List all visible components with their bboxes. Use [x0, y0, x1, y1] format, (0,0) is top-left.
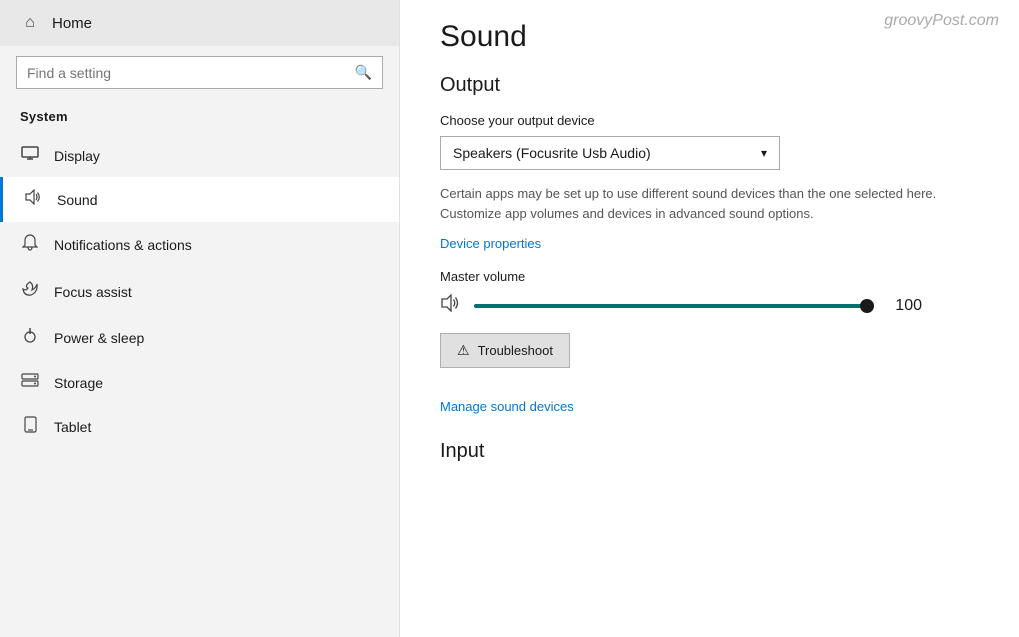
focus-label: Focus assist — [54, 284, 132, 300]
focus-icon — [20, 280, 40, 303]
search-container: 🔍 — [0, 46, 399, 103]
storage-icon — [20, 373, 40, 392]
sidebar-item-tablet[interactable]: Tablet — [0, 404, 399, 450]
search-icon: 🔍 — [355, 64, 372, 81]
power-label: Power & sleep — [54, 330, 144, 346]
output-heading: Output — [440, 74, 979, 97]
volume-row: 100 — [440, 294, 979, 317]
sidebar-item-home[interactable]: ⌂ Home — [0, 0, 399, 46]
troubleshoot-label: Troubleshoot — [478, 343, 553, 358]
output-description: Certain apps may be set up to use differ… — [440, 184, 979, 223]
main-wrapper: groovyPost.com Sound Output Choose your … — [400, 0, 1019, 637]
troubleshoot-button[interactable]: ⚠ Troubleshoot — [440, 333, 570, 368]
manage-sound-devices-link[interactable]: Manage sound devices — [440, 399, 574, 414]
sidebar-item-display[interactable]: Display — [0, 134, 399, 177]
sidebar-item-storage[interactable]: Storage — [0, 361, 399, 404]
sound-icon — [23, 189, 43, 210]
device-name: Speakers (Focusrite Usb Audio) — [453, 145, 651, 161]
chevron-down-icon: ▾ — [761, 146, 767, 160]
sidebar-item-power[interactable]: Power & sleep — [0, 315, 399, 361]
volume-slider[interactable] — [474, 304, 874, 308]
sidebar-item-sound[interactable]: Sound — [0, 177, 399, 222]
volume-value: 100 — [886, 297, 922, 315]
search-input[interactable] — [27, 65, 347, 81]
tablet-icon — [20, 416, 40, 438]
search-box: 🔍 — [16, 56, 383, 89]
power-icon — [20, 327, 40, 349]
volume-icon — [440, 294, 462, 317]
sidebar-item-focus[interactable]: Focus assist — [0, 268, 399, 315]
input-heading: Input — [440, 440, 979, 463]
storage-label: Storage — [54, 375, 103, 391]
notifications-label: Notifications & actions — [54, 237, 192, 253]
home-label: Home — [52, 15, 92, 32]
choose-device-label: Choose your output device — [440, 113, 979, 128]
slider-fill — [474, 304, 874, 308]
sound-label: Sound — [57, 192, 97, 208]
sidebar-item-notifications[interactable]: Notifications & actions — [0, 222, 399, 268]
device-select-dropdown[interactable]: Speakers (Focusrite Usb Audio) ▾ — [440, 136, 780, 170]
device-properties-link[interactable]: Device properties — [440, 236, 541, 251]
display-icon — [20, 146, 40, 165]
slider-thumb — [860, 299, 874, 313]
home-icon: ⌂ — [20, 14, 40, 32]
volume-label: Master volume — [440, 269, 979, 284]
notifications-icon — [20, 234, 40, 256]
main-content: Sound Output Choose your output device S… — [400, 0, 1019, 637]
system-label: System — [0, 103, 399, 134]
warning-icon: ⚠ — [457, 342, 470, 359]
display-label: Display — [54, 148, 100, 164]
watermark: groovyPost.com — [884, 12, 999, 30]
sidebar: ⌂ Home 🔍 System Display Sound — [0, 0, 400, 637]
tablet-label: Tablet — [54, 419, 91, 435]
